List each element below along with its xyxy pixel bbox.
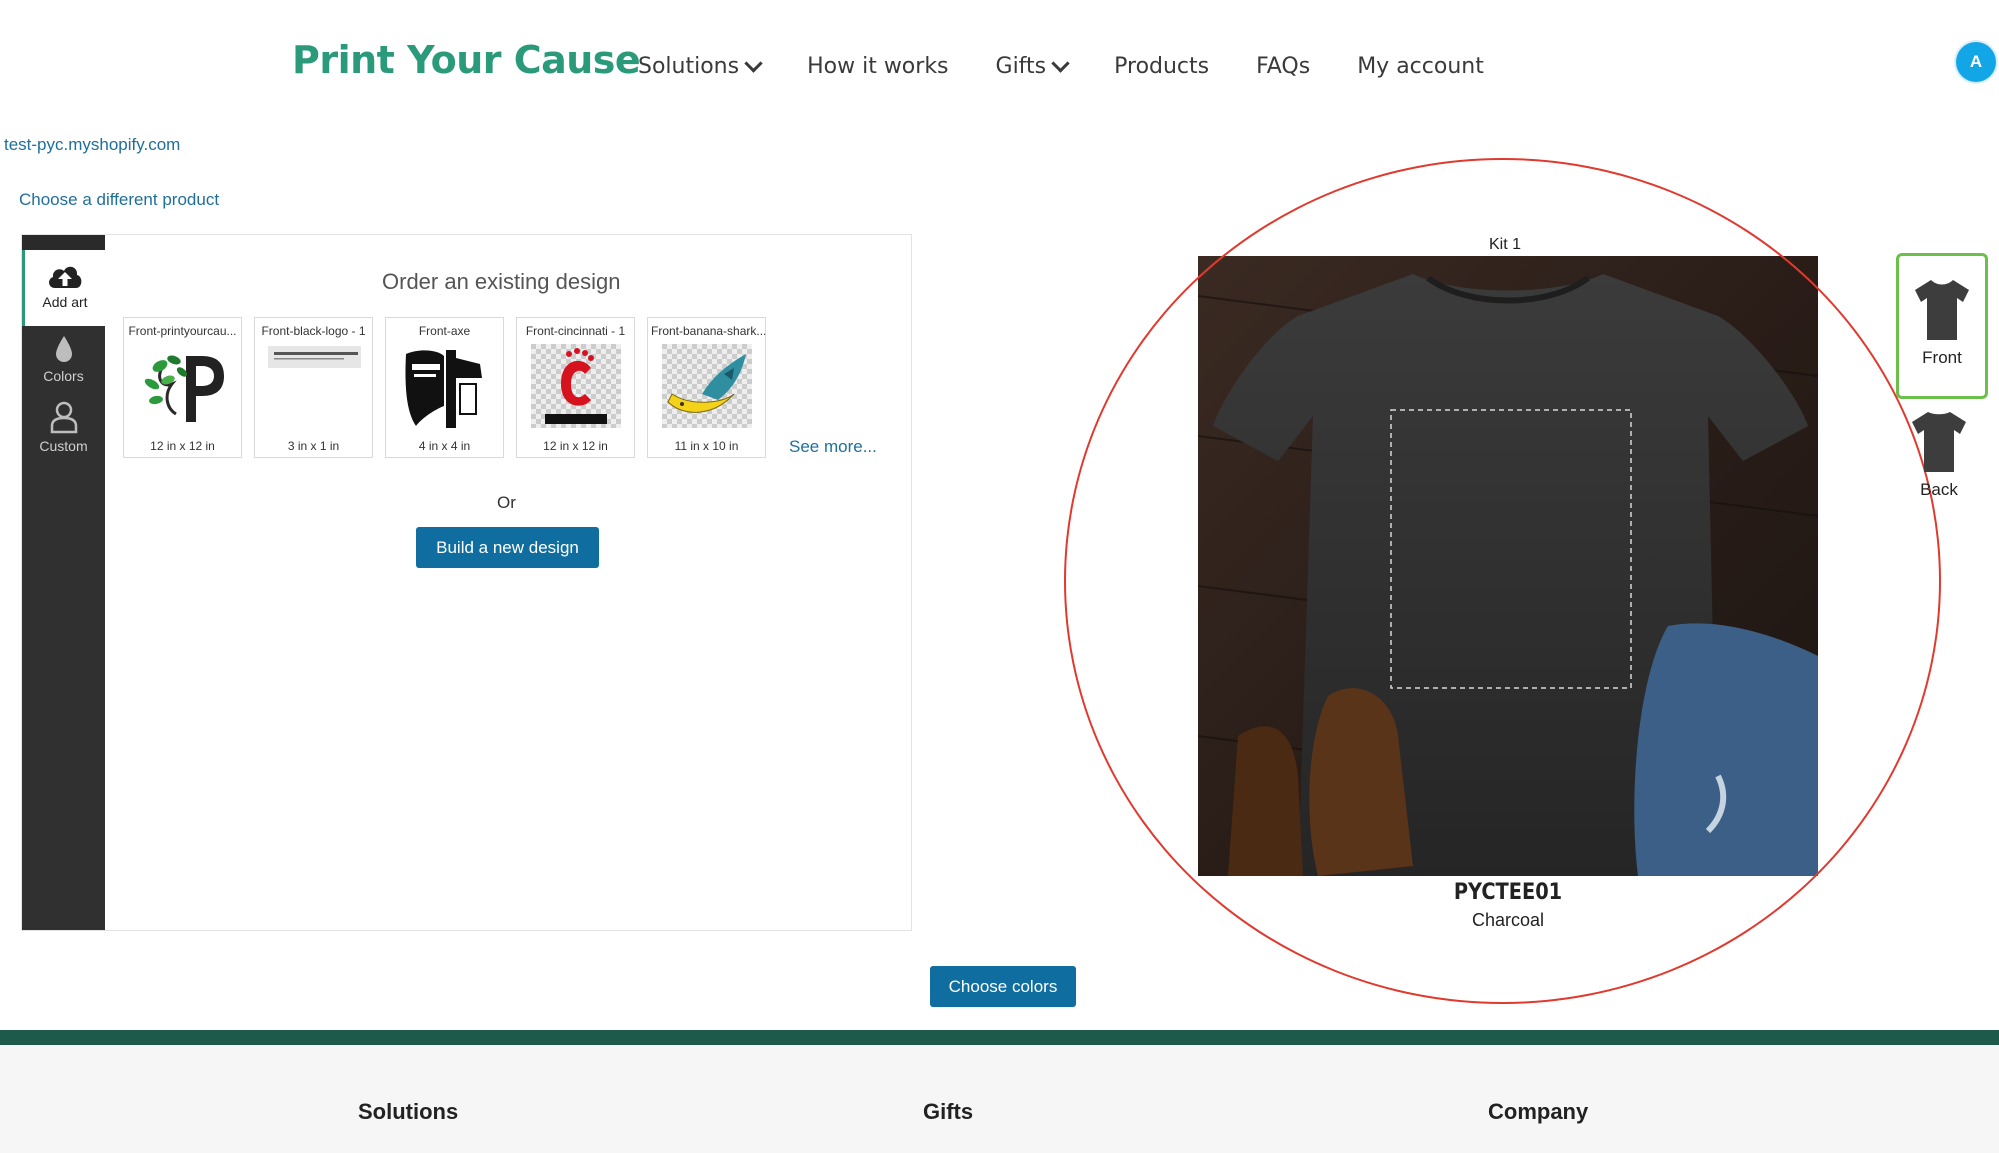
sidebar-item-colors[interactable]: Colors <box>22 326 105 392</box>
sidebar-item-label: Add art <box>42 294 88 310</box>
tshirt-mockup-image <box>1198 256 1818 876</box>
see-more-link[interactable]: See more... <box>789 437 877 457</box>
design-name: Front-cincinnati - 1 <box>525 324 626 338</box>
tool-sidebar: Add art Colors Custom <box>22 235 105 930</box>
nav-gifts[interactable]: Gifts <box>995 54 1070 79</box>
view-front-thumbnail[interactable]: Front <box>1896 253 1988 399</box>
existing-design-title: Order an existing design <box>382 269 621 294</box>
cloud-upload-icon <box>49 266 82 288</box>
product-code: PYCTEE01 <box>1453 880 1563 905</box>
footer-heading-solutions: Solutions <box>358 1099 459 1124</box>
viking-axe-thumbnail <box>405 350 482 428</box>
kit-label: Kit 1 <box>1488 236 1521 253</box>
or-separator: Or <box>497 493 516 512</box>
design-card[interactable]: Front-axe 4 in x 4 in <box>385 317 504 458</box>
view-back-thumbnail[interactable]: Back <box>1896 410 1982 530</box>
nav-solutions[interactable]: Solutions <box>638 54 763 79</box>
banana-shark-thumbnail <box>662 344 752 428</box>
view-label: Back <box>1920 480 1958 499</box>
nav-products[interactable]: Products <box>1114 54 1209 79</box>
tshirt-back-icon <box>1912 412 1966 472</box>
nav-how-it-works[interactable]: How it works <box>807 54 948 79</box>
sidebar-item-add-art[interactable]: Add art <box>22 250 105 326</box>
design-name: Front-printyourcau... <box>128 324 237 338</box>
main-nav: Solutions How it works Gifts Products FA… <box>638 54 1531 79</box>
design-name: Front-axe <box>418 324 471 338</box>
design-panel: Add art Colors Custom Order an existing … <box>21 234 912 931</box>
design-size: 12 in x 12 in <box>543 439 608 453</box>
sidebar-item-label: Colors <box>43 368 84 384</box>
chevron-down-icon <box>744 54 763 73</box>
nav-my-account[interactable]: My account <box>1357 54 1484 79</box>
design-size: 12 in x 12 in <box>150 439 215 453</box>
sidebar-item-label: Custom <box>39 438 88 454</box>
nav-faqs[interactable]: FAQs <box>1256 54 1310 79</box>
footer-heading-company: Company <box>1488 1099 1589 1124</box>
sidebar-item-custom[interactable]: Custom <box>22 392 105 458</box>
product-preview <box>1198 256 1818 876</box>
design-name: Front-black-logo - 1 <box>261 324 366 338</box>
droplet-icon <box>55 336 72 362</box>
chevron-down-icon <box>1051 54 1070 73</box>
product-color-name: Charcoal <box>1471 910 1545 930</box>
design-list: Front-printyourcau... 12 in x 12 in Fron… <box>123 317 778 458</box>
choose-colors-button[interactable]: Choose colors <box>930 966 1076 1007</box>
design-size: 11 in x 10 in <box>674 439 739 453</box>
footer-divider <box>0 1030 1999 1045</box>
black-logo-thumbnail <box>268 346 361 368</box>
nav-label: Gifts <box>995 54 1047 79</box>
footer-heading-gifts: Gifts <box>923 1099 974 1124</box>
user-avatar[interactable]: A <box>1956 42 1996 82</box>
printyourcause-logo-thumbnail <box>144 355 224 422</box>
build-new-design-button[interactable]: Build a new design <box>416 527 599 568</box>
person-icon <box>50 401 77 434</box>
design-size: 4 in x 4 in <box>418 439 471 453</box>
design-card[interactable]: Front-banana-shark... 11 in x 10 in <box>647 317 766 458</box>
view-label: Front <box>1922 348 1962 367</box>
footer <box>0 1045 1999 1153</box>
tshirt-front-icon <box>1915 280 1969 340</box>
design-card[interactable]: Front-black-logo - 1 3 in x 1 in <box>254 317 373 458</box>
choose-different-product-link[interactable]: Choose a different product <box>19 190 219 210</box>
design-card[interactable]: Front-printyourcau... 12 in x 12 in <box>123 317 242 458</box>
nav-label: Solutions <box>638 54 740 79</box>
site-logo[interactable]: Print Your Cause <box>292 38 641 82</box>
design-card[interactable]: Front-cincinnati - 1 12 in x 12 in <box>516 317 635 458</box>
cincinnati-bearcats-thumbnail <box>531 344 621 428</box>
shop-domain-link[interactable]: test-pyc.myshopify.com <box>4 135 180 155</box>
design-name: Front-banana-shark... <box>651 324 765 338</box>
sidebar-top-bar <box>22 235 105 250</box>
design-size: 3 in x 1 in <box>287 439 340 453</box>
